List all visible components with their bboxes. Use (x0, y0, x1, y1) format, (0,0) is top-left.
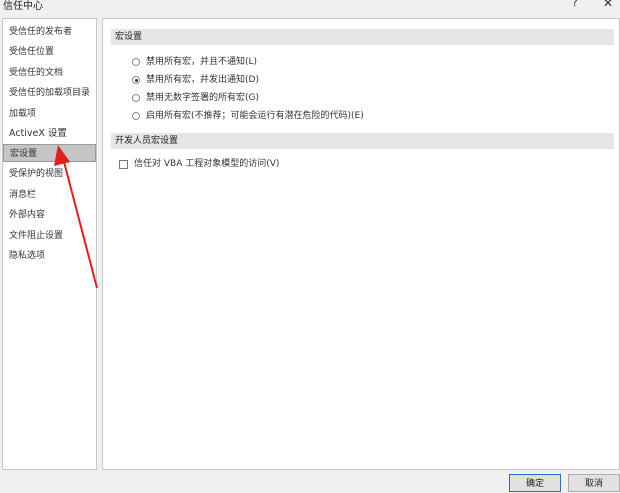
radio-button[interactable] (132, 58, 140, 66)
radio-enable-all[interactable]: 启用所有宏(不推荐；可能会运行有潜在危险的代码)(E) (132, 109, 364, 123)
checkbox[interactable] (119, 159, 128, 169)
sidebar-item-trusted-locations[interactable]: 受信任位置 (3, 43, 96, 61)
macro-settings-header: 宏设置 (111, 29, 614, 45)
radio-button-checked[interactable] (132, 76, 140, 84)
sidebar-nav: 受信任的发布者 受信任位置 受信任的文档 受信任的加载项目录 加载项 Activ… (2, 18, 97, 470)
radio-label: 禁用所有宏，并且不通知(L) (146, 57, 258, 67)
sidebar-item-addins[interactable]: 加载项 (3, 105, 96, 123)
sidebar-item-trusted-publishers[interactable]: 受信任的发布者 (3, 23, 96, 41)
sidebar-item-external-content[interactable]: 外部内容 (3, 206, 96, 224)
window-title: 信任中心 (3, 1, 43, 12)
radio-disable-with-notify[interactable]: 禁用所有宏，并发出通知(D) (132, 73, 259, 87)
sidebar-item-activex-settings[interactable]: ActiveX 设置 (3, 125, 96, 143)
close-icon[interactable]: ✕ (603, 0, 613, 10)
radio-button[interactable] (132, 94, 140, 102)
radio-label: 禁用所有宏，并发出通知(D) (146, 75, 259, 85)
title-bar: 信任中心 ? ✕ (0, 0, 620, 14)
sidebar-item-trusted-documents[interactable]: 受信任的文档 (3, 64, 96, 82)
radio-disable-unsigned[interactable]: 禁用无数字签署的所有宏(G) (132, 91, 259, 105)
trust-vba-access-option[interactable]: 信任对 VBA 工程对象模型的访问(V) (119, 157, 279, 171)
sidebar-item-protected-view[interactable]: 受保护的视图 (3, 165, 96, 183)
help-icon[interactable]: ? (572, 0, 578, 9)
radio-disable-no-notify[interactable]: 禁用所有宏，并且不通知(L) (132, 55, 257, 69)
settings-panel: 宏设置 禁用所有宏，并且不通知(L) 禁用所有宏，并发出通知(D) 禁用无数字签… (102, 18, 620, 470)
sidebar-item-macro-settings[interactable]: 宏设置 (3, 144, 96, 162)
radio-label: 启用所有宏(不推荐；可能会运行有潜在危险的代码)(E) (146, 111, 364, 121)
sidebar-item-trusted-addin-catalogs[interactable]: 受信任的加载项目录 (3, 84, 96, 102)
ok-button[interactable]: 确定 (509, 474, 561, 492)
cancel-button[interactable]: 取消 (568, 474, 620, 492)
checkbox-label: 信任对 VBA 工程对象模型的访问(V) (134, 159, 280, 169)
sidebar-item-file-block-settings[interactable]: 文件阻止设置 (3, 227, 96, 245)
developer-settings-header: 开发人员宏设置 (111, 133, 614, 149)
radio-label: 禁用无数字签署的所有宏(G) (146, 93, 259, 103)
radio-button[interactable] (132, 112, 140, 120)
sidebar-item-message-bar[interactable]: 消息栏 (3, 186, 96, 204)
sidebar-item-privacy-options[interactable]: 隐私选项 (3, 247, 96, 265)
